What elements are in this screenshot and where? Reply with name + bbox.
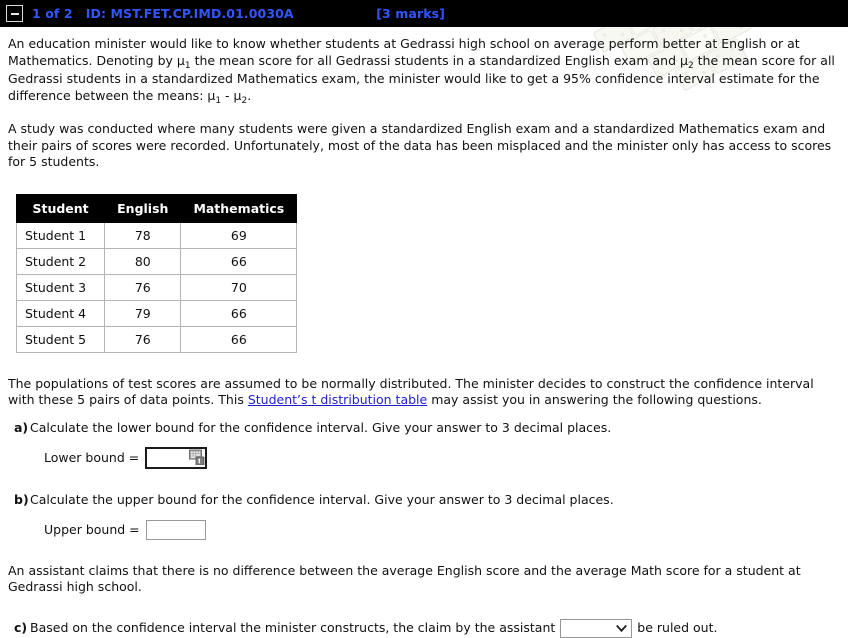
cell-student: Student 4 [15, 299, 106, 327]
mu-subscript-3: 1 [215, 95, 222, 106]
cell-mathematics: 69 [180, 221, 298, 249]
cell-student: Student 5 [15, 325, 106, 353]
lower-bound-label: Lower bound = [44, 450, 140, 465]
mu-subscript-4: 2 [241, 95, 248, 106]
claim-select-wrap: can cannot [560, 618, 633, 638]
lower-bound-row: Lower bound = [8, 447, 840, 469]
mu-symbol-1: μ [176, 52, 185, 68]
question-c-label: c) [14, 619, 28, 635]
assistant-claim-paragraph: An assistant claims that there is no dif… [8, 562, 801, 595]
cell-english: 76 [104, 273, 182, 301]
question-a-label: a) [14, 419, 29, 435]
table-row: Student 1 78 69 [15, 221, 298, 249]
upper-bound-input[interactable] [145, 519, 206, 540]
mu-subscript-1: 1 [184, 60, 191, 71]
question-a-text: Calculate the lower bound for the confid… [30, 419, 612, 435]
table-row: Student 4 79 66 [15, 299, 298, 327]
page-indicator: 1 of 2 [32, 6, 73, 21]
minus-glyph [10, 12, 19, 15]
study-paragraph: A study was conducted where many student… [8, 121, 832, 169]
cell-student: Student 1 [15, 221, 106, 249]
table-row: Student 5 76 66 [15, 325, 298, 353]
question-header-bar: 1 of 2 ID: MST.FET.CP.IMD.01.0030A [3 ma… [0, 0, 848, 27]
question-c-text-after: be ruled out. [637, 619, 718, 635]
question-body: An education minister would like to know… [0, 27, 848, 638]
lower-bound-field-wrap [145, 447, 208, 469]
t-distribution-table-link[interactable]: Student’s t distribution table [248, 392, 427, 407]
question-part-b: b) Calculate the upper bound for the con… [8, 492, 840, 509]
table-row: Student 3 76 70 [15, 273, 298, 301]
upper-bound-field-wrap [145, 519, 206, 540]
question-part-a: a) Calculate the lower bound for the con… [8, 420, 840, 437]
table-row: Student 2 80 66 [15, 247, 298, 275]
minus-icon[interactable] [6, 5, 23, 22]
cell-student: Student 2 [15, 247, 106, 275]
column-header-mathematics: Mathematics [180, 193, 298, 223]
assumptions-paragraph: The populations of test scores are assum… [8, 376, 840, 409]
upper-bound-label: Upper bound = [44, 521, 140, 537]
question-b-label: b) [14, 492, 29, 507]
cell-english: 80 [104, 247, 182, 275]
mu-subscript-2: 2 [687, 60, 694, 71]
cell-mathematics: 66 [180, 299, 298, 327]
intro-paragraph: An education minister would like to know… [8, 36, 840, 106]
question-b-text: Calculate the upper bound for the confid… [30, 492, 614, 507]
table-body: Student 1 78 69 Student 2 80 66 Student … [15, 221, 298, 353]
intro-period: . [247, 87, 252, 103]
cell-mathematics: 66 [180, 247, 298, 275]
intro-text-2: the mean score for all Gedrassi students… [190, 52, 680, 68]
column-header-student: Student [15, 193, 106, 223]
column-header-english: English [104, 193, 182, 223]
assumptions-text-after: may assist you in answering the followin… [427, 392, 762, 407]
cell-student: Student 3 [15, 273, 106, 301]
scores-table: Student English Mathematics Student 1 78… [15, 193, 298, 353]
question-part-c: c) Based on the confidence interval the … [8, 618, 840, 638]
marks-badge: [3 marks] [376, 6, 445, 21]
table-header-row: Student English Mathematics [15, 193, 298, 223]
mu-symbol-4: μ [233, 87, 242, 103]
question-c-text-before: Based on the confidence interval the min… [30, 619, 556, 635]
cell-mathematics: 66 [180, 325, 298, 353]
question-id: ID: MST.FET.CP.IMD.01.0030A [85, 6, 294, 21]
cell-english: 78 [104, 221, 182, 249]
numeric-keypad-icon[interactable] [189, 449, 205, 465]
mu-symbol-2: μ [680, 52, 688, 68]
cell-english: 79 [104, 299, 182, 327]
cell-english: 76 [104, 325, 182, 353]
upper-bound-row: Upper bound = [8, 519, 840, 540]
cell-mathematics: 70 [180, 273, 298, 301]
claim-select[interactable]: can cannot [560, 618, 633, 638]
intro-minus: - [221, 87, 234, 103]
table-head: Student English Mathematics [15, 193, 298, 223]
